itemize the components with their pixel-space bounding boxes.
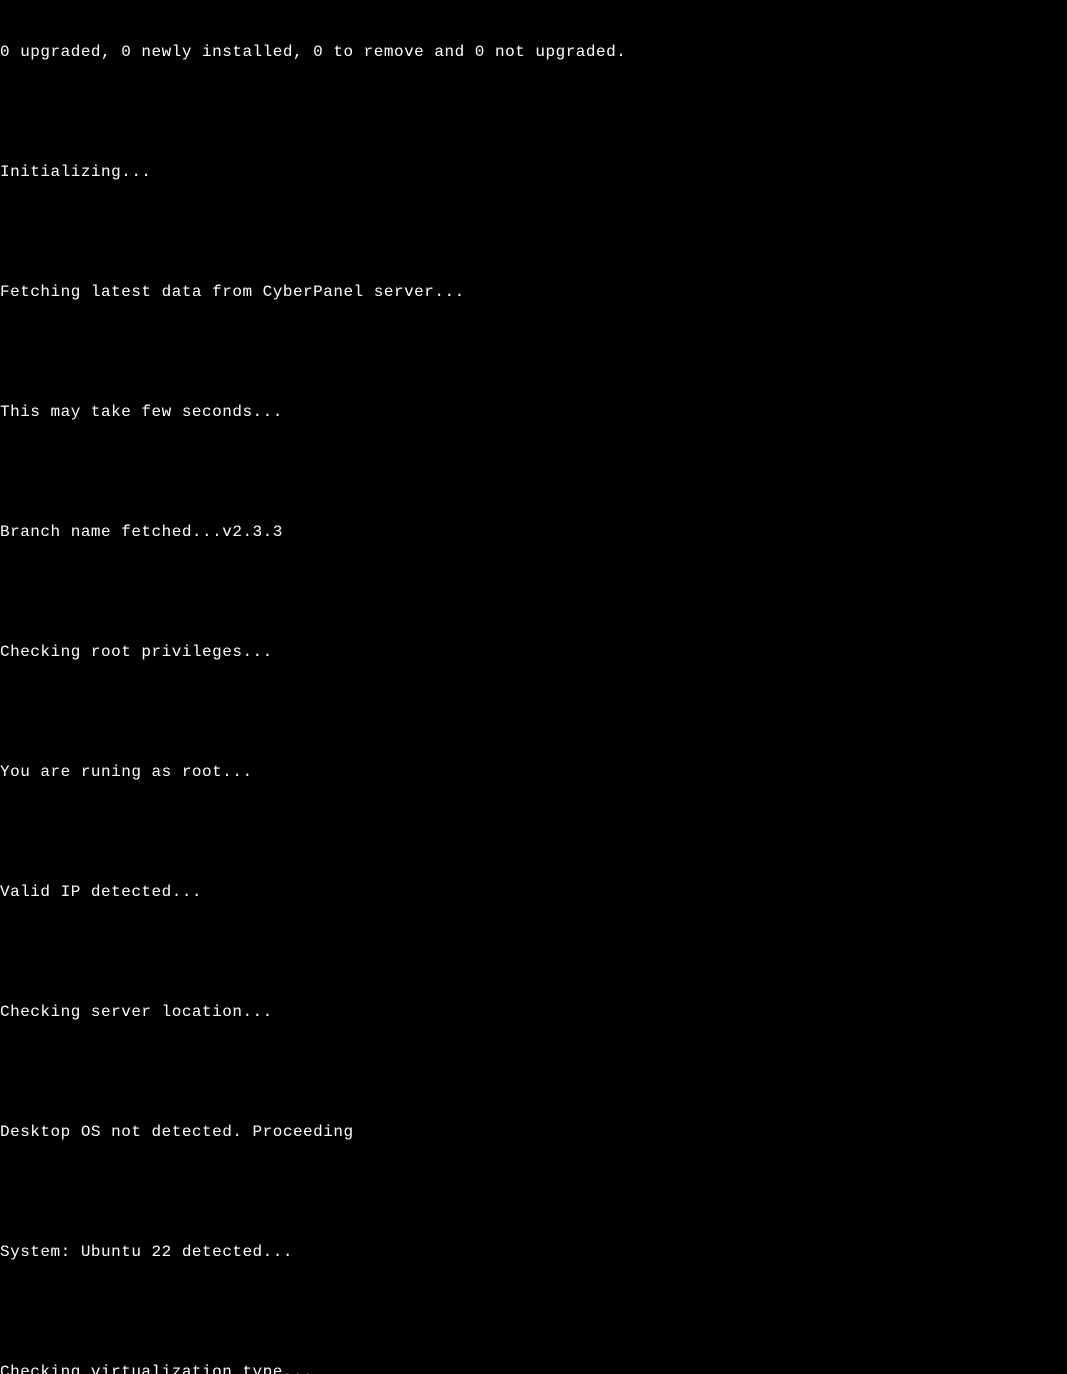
blank-line (0, 1182, 1067, 1202)
output-line: Checking virtualization type... (0, 1362, 1067, 1374)
output-line: 0 upgraded, 0 newly installed, 0 to remo… (0, 42, 1067, 62)
output-line: This may take few seconds... (0, 402, 1067, 422)
output-line: System: Ubuntu 22 detected... (0, 1242, 1067, 1262)
terminal-output[interactable]: 0 upgraded, 0 newly installed, 0 to remo… (0, 2, 1067, 1374)
output-line: Checking server location... (0, 1002, 1067, 1022)
blank-line (0, 822, 1067, 842)
blank-line (0, 342, 1067, 362)
blank-line (0, 582, 1067, 602)
output-line: You are runing as root... (0, 762, 1067, 782)
blank-line (0, 462, 1067, 482)
blank-line (0, 1302, 1067, 1322)
output-line: Initializing... (0, 162, 1067, 182)
blank-line (0, 942, 1067, 962)
output-line: Checking root privileges... (0, 642, 1067, 662)
blank-line (0, 1062, 1067, 1082)
output-line: Valid IP detected... (0, 882, 1067, 902)
output-line: Fetching latest data from CyberPanel ser… (0, 282, 1067, 302)
blank-line (0, 222, 1067, 242)
output-line: Desktop OS not detected. Proceeding (0, 1122, 1067, 1142)
blank-line (0, 702, 1067, 722)
blank-line (0, 102, 1067, 122)
output-line: Branch name fetched...v2.3.3 (0, 522, 1067, 542)
